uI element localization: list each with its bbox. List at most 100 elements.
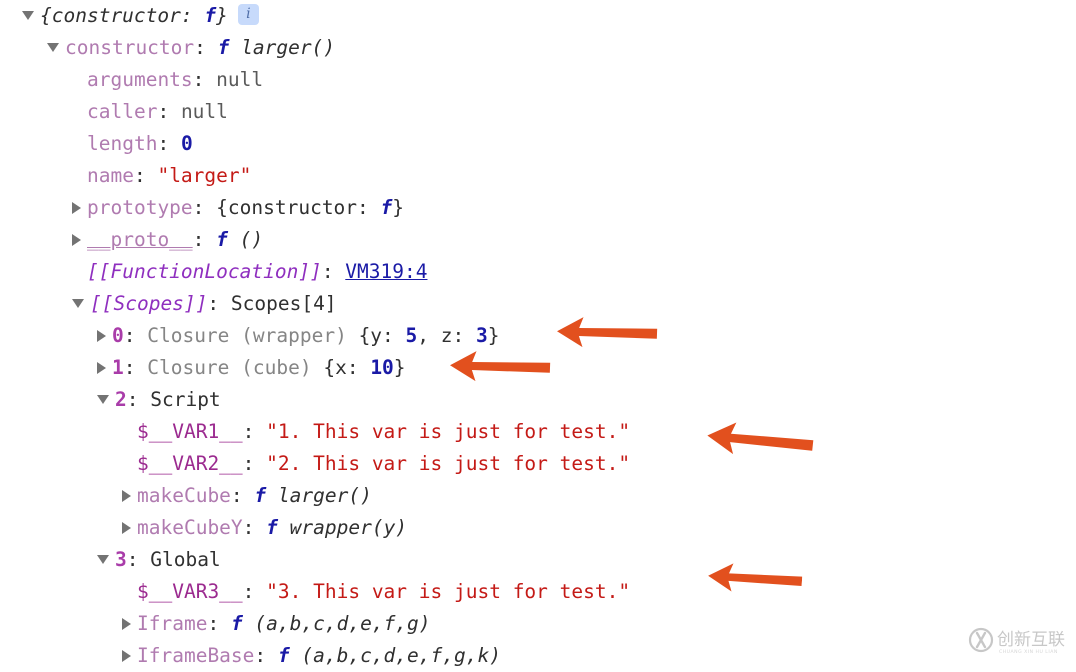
token: f bbox=[216, 228, 228, 251]
object-tree-row[interactable]: prototype: {constructor: f} bbox=[0, 192, 1076, 224]
expand-triangle-right-icon[interactable] bbox=[122, 649, 131, 662]
object-tree-row[interactable]: __proto__: f () bbox=[0, 224, 1076, 256]
token: () bbox=[227, 228, 264, 251]
watermark-text: 创新互联 bbox=[997, 630, 1065, 650]
token: f bbox=[217, 36, 230, 59]
token: __proto__ bbox=[87, 228, 193, 251]
object-tree-row[interactable]: $__VAR3__: "3. This var is just for test… bbox=[0, 576, 1076, 608]
object-tree-row[interactable]: makeCube: f larger() bbox=[0, 480, 1076, 512]
token: "1. This var is just for test." bbox=[266, 420, 631, 443]
token: : bbox=[321, 260, 346, 283]
expand-triangle-right-icon[interactable] bbox=[122, 489, 131, 502]
token: f bbox=[204, 4, 217, 27]
token: Scopes[4] bbox=[230, 292, 337, 315]
token: $__VAR1__ bbox=[137, 420, 243, 443]
token: Global bbox=[150, 548, 221, 571]
object-tree-row[interactable]: length: 0 bbox=[0, 128, 1076, 160]
object-tree-row[interactable]: [[FunctionLocation]]: VM319:4 bbox=[0, 256, 1076, 288]
token: : bbox=[242, 516, 267, 539]
token: : bbox=[230, 484, 255, 507]
token: makeCube bbox=[137, 484, 231, 507]
object-tree-row[interactable]: {constructor: f} i bbox=[0, 0, 1076, 32]
token: : bbox=[157, 100, 181, 123]
token: {constructor: bbox=[216, 196, 381, 219]
object-tree-row[interactable]: caller: null bbox=[0, 96, 1076, 128]
token: wrapper(y) bbox=[277, 516, 408, 539]
object-tree-row[interactable]: 3: Global bbox=[0, 544, 1076, 576]
token: 0 bbox=[112, 324, 124, 347]
token: } bbox=[216, 4, 228, 27]
token: 10 bbox=[370, 356, 394, 379]
token: Closure (wrapper) bbox=[147, 324, 359, 347]
expand-triangle-right-icon[interactable] bbox=[97, 329, 106, 342]
token: : bbox=[194, 36, 218, 59]
expand-triangle-down-icon[interactable] bbox=[72, 299, 84, 308]
token: $__VAR3__ bbox=[137, 580, 243, 603]
expand-triangle-down-icon[interactable] bbox=[22, 11, 34, 20]
token: : bbox=[207, 292, 231, 315]
expand-triangle-right-icon[interactable] bbox=[122, 521, 131, 534]
token: length bbox=[87, 132, 158, 155]
token: : bbox=[242, 580, 267, 603]
object-tree-row[interactable]: 2: Script bbox=[0, 384, 1076, 416]
token: : bbox=[192, 228, 217, 251]
token: IframeBase bbox=[137, 644, 255, 667]
token: makeCubeY bbox=[137, 516, 243, 539]
token: 5 bbox=[405, 324, 418, 347]
expand-triangle-down-icon[interactable] bbox=[47, 43, 59, 52]
token: {constructor: bbox=[40, 4, 205, 27]
expand-triangle-down-icon[interactable] bbox=[97, 395, 109, 404]
token: [[FunctionLocation]] bbox=[87, 260, 322, 283]
token: f bbox=[380, 196, 393, 219]
token: } bbox=[487, 324, 500, 347]
object-tree-row[interactable]: 1: Closure (cube) {x: 10} bbox=[0, 352, 1076, 384]
object-tree-row[interactable]: makeCubeY: f wrapper(y) bbox=[0, 512, 1076, 544]
token: : bbox=[126, 548, 151, 571]
token: $__VAR2__ bbox=[137, 452, 243, 475]
expand-triangle-right-icon[interactable] bbox=[97, 361, 106, 374]
token: } bbox=[392, 196, 405, 219]
token: null bbox=[216, 68, 264, 91]
token: 0 bbox=[180, 132, 193, 155]
token: caller bbox=[87, 100, 158, 123]
info-icon[interactable]: i bbox=[237, 4, 259, 25]
expand-triangle-right-icon[interactable] bbox=[72, 233, 81, 246]
token: f bbox=[254, 484, 267, 507]
token: 2 bbox=[115, 388, 127, 411]
token: : bbox=[133, 164, 158, 187]
object-tree-row[interactable]: $__VAR2__: "2. This var is just for test… bbox=[0, 448, 1076, 480]
token: "3. This var is just for test." bbox=[266, 580, 631, 603]
expand-triangle-right-icon[interactable] bbox=[122, 617, 131, 630]
object-tree-row[interactable]: arguments: null bbox=[0, 64, 1076, 96]
token: : bbox=[192, 196, 217, 219]
object-tree-row[interactable]: constructor: f larger() bbox=[0, 32, 1076, 64]
token[interactable]: VM319:4 bbox=[345, 260, 427, 283]
token: name bbox=[87, 164, 134, 187]
token: Script bbox=[150, 388, 221, 411]
devtools-console-object-tree: {constructor: f} i constructor: f larger()… bbox=[0, 0, 1076, 668]
expand-triangle-down-icon[interactable] bbox=[97, 555, 109, 564]
token: {y: bbox=[358, 324, 406, 347]
token: larger() bbox=[229, 36, 336, 59]
token: : bbox=[242, 420, 267, 443]
token: : bbox=[157, 132, 181, 155]
token: [[Scopes]] bbox=[90, 292, 208, 315]
object-tree-row[interactable]: Iframe: f (a,b,c,d,e,f,g) bbox=[0, 608, 1076, 640]
object-tree-row[interactable]: [[Scopes]]: Scopes[4] bbox=[0, 288, 1076, 320]
object-tree-row[interactable]: IframeBase: f (a,b,c,d,e,f,g,k) bbox=[0, 640, 1076, 672]
token: constructor bbox=[65, 36, 195, 59]
token: : bbox=[123, 324, 148, 347]
object-tree-row[interactable]: name: "larger" bbox=[0, 160, 1076, 192]
object-tree-row[interactable]: $__VAR1__: "1. This var is just for test… bbox=[0, 416, 1076, 448]
token: : bbox=[123, 356, 148, 379]
token: f bbox=[230, 612, 243, 635]
token: : bbox=[242, 452, 267, 475]
token: arguments bbox=[87, 68, 193, 91]
watermark-subtext: CHUANG XIN HU LIAN bbox=[999, 649, 1058, 655]
token: Closure (cube) bbox=[147, 356, 324, 379]
expand-triangle-right-icon[interactable] bbox=[72, 201, 81, 214]
token: 3 bbox=[475, 324, 488, 347]
token: f bbox=[266, 516, 278, 539]
object-tree-row[interactable]: 0: Closure (wrapper) {y: 5, z: 3} bbox=[0, 320, 1076, 352]
token: "2. This var is just for test." bbox=[266, 452, 631, 475]
